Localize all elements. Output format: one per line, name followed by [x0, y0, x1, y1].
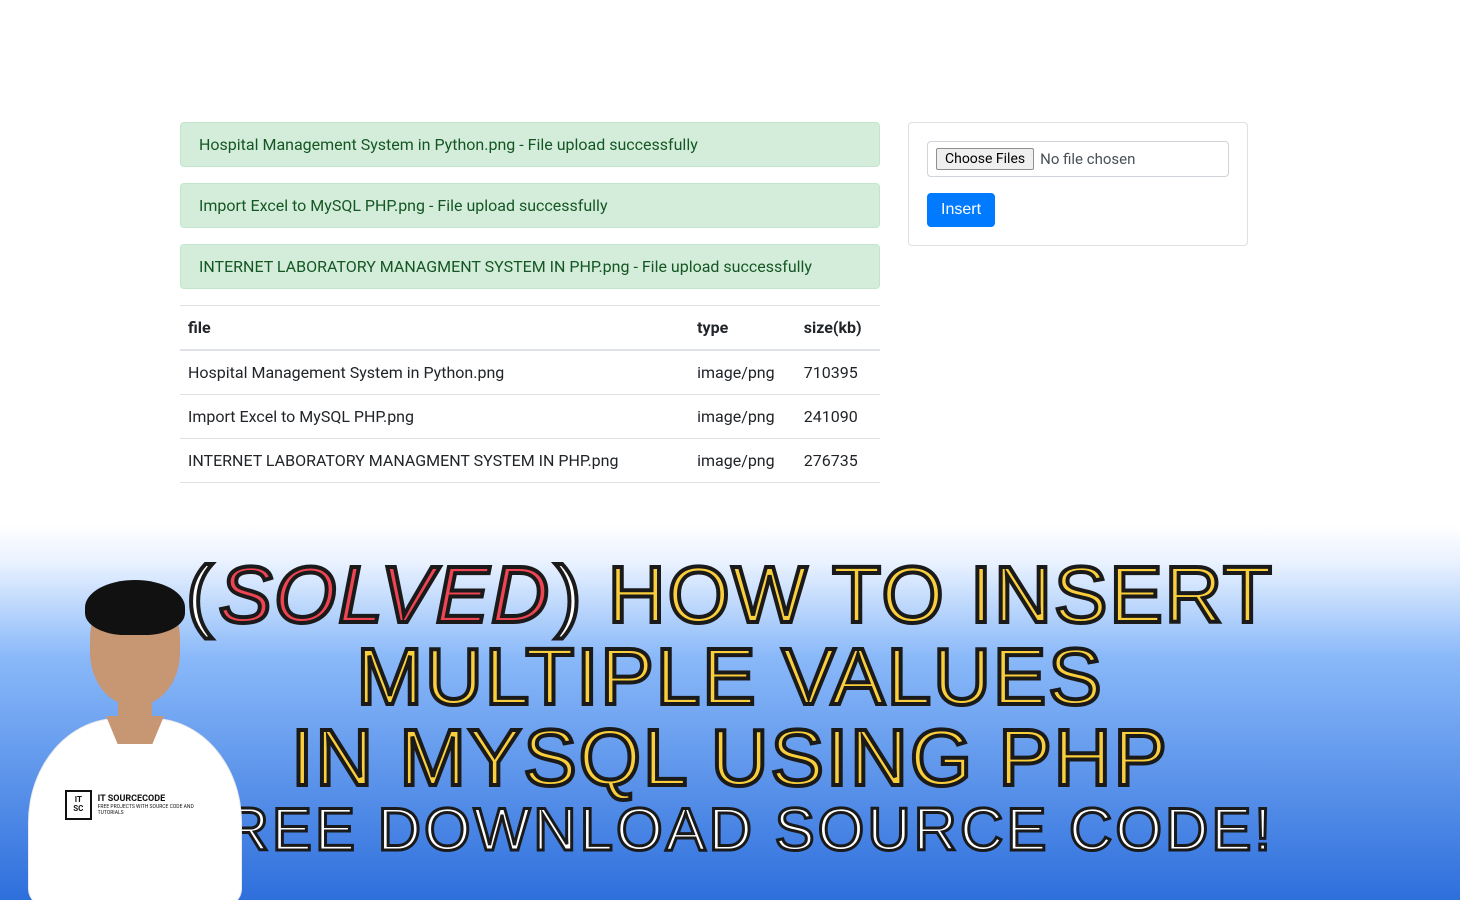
left-column: Hospital Management System in Python.png…: [180, 122, 880, 483]
logo-box-bottom: SC: [73, 805, 83, 814]
cell-type: image/png: [689, 439, 796, 483]
file-input-status: No file chosen: [1040, 150, 1135, 168]
table-row: INTERNET LABORATORY MANAGMENT SYSTEM IN …: [180, 439, 880, 483]
cell-size: 276735: [796, 439, 880, 483]
table-header-row: file type size(kb): [180, 306, 880, 351]
table-row: Import Excel to MySQL PHP.png image/png …: [180, 395, 880, 439]
shirt-logo: IT SC IT SOURCECODE FREE PROJECTS WITH S…: [65, 790, 205, 820]
upload-success-alert: Hospital Management System in Python.png…: [180, 122, 880, 167]
file-input[interactable]: Choose Files No file chosen: [927, 141, 1229, 177]
col-file: file: [180, 306, 689, 351]
cell-file: INTERNET LABORATORY MANAGMENT SYSTEM IN …: [180, 439, 689, 483]
cell-size: 710395: [796, 350, 880, 395]
cell-file: Import Excel to MySQL PHP.png: [180, 395, 689, 439]
paren-close: ): [555, 550, 584, 639]
insert-button[interactable]: Insert: [927, 193, 995, 227]
title-rest-1: HOW TO INSERT: [584, 550, 1274, 639]
right-column: Choose Files No file chosen Insert: [908, 122, 1248, 246]
choose-files-button[interactable]: Choose Files: [936, 148, 1034, 170]
cell-type: image/png: [689, 350, 796, 395]
cell-file: Hospital Management System in Python.png: [180, 350, 689, 395]
cell-size: 241090: [796, 395, 880, 439]
col-size: size(kb): [796, 306, 880, 351]
logo-sub: FREE PROJECTS WITH SOURCE CODE AND TUTOR…: [98, 804, 205, 816]
upload-success-alert: Import Excel to MySQL PHP.png - File upl…: [180, 183, 880, 228]
content-area: Hospital Management System in Python.png…: [180, 122, 1250, 483]
upload-success-alert: INTERNET LABORATORY MANAGMENT SYSTEM IN …: [180, 244, 880, 289]
upload-card: Choose Files No file chosen Insert: [908, 122, 1248, 246]
cell-type: image/png: [689, 395, 796, 439]
page: Hospital Management System in Python.png…: [0, 0, 1460, 900]
files-table: file type size(kb) Hospital Management S…: [180, 305, 880, 483]
title-solved: SOLVED: [215, 550, 555, 639]
col-type: type: [689, 306, 796, 351]
table-row: Hospital Management System in Python.png…: [180, 350, 880, 395]
presenter-graphic: IT SC IT SOURCECODE FREE PROJECTS WITH S…: [10, 580, 260, 900]
logo-main: IT SOURCECODE: [98, 794, 166, 804]
